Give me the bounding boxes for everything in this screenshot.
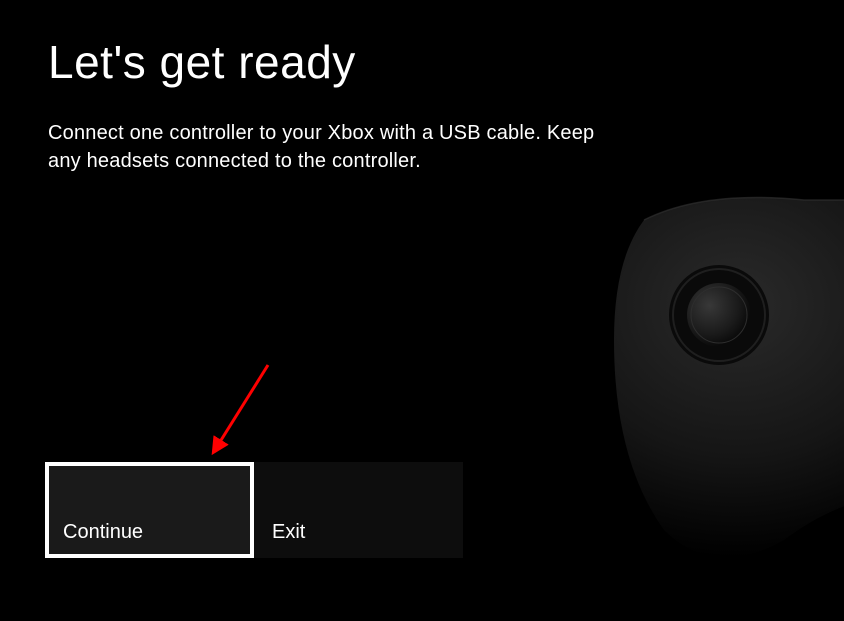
continue-button[interactable]: Continue [45, 462, 254, 558]
annotation-arrow-icon [200, 360, 290, 470]
button-row: Continue Exit [45, 462, 463, 558]
page-title: Let's get ready [48, 35, 796, 89]
exit-button-label: Exit [272, 521, 305, 544]
continue-button-label: Continue [63, 521, 143, 544]
page-description: Connect one controller to your Xbox with… [48, 119, 608, 175]
exit-button[interactable]: Exit [254, 462, 463, 558]
